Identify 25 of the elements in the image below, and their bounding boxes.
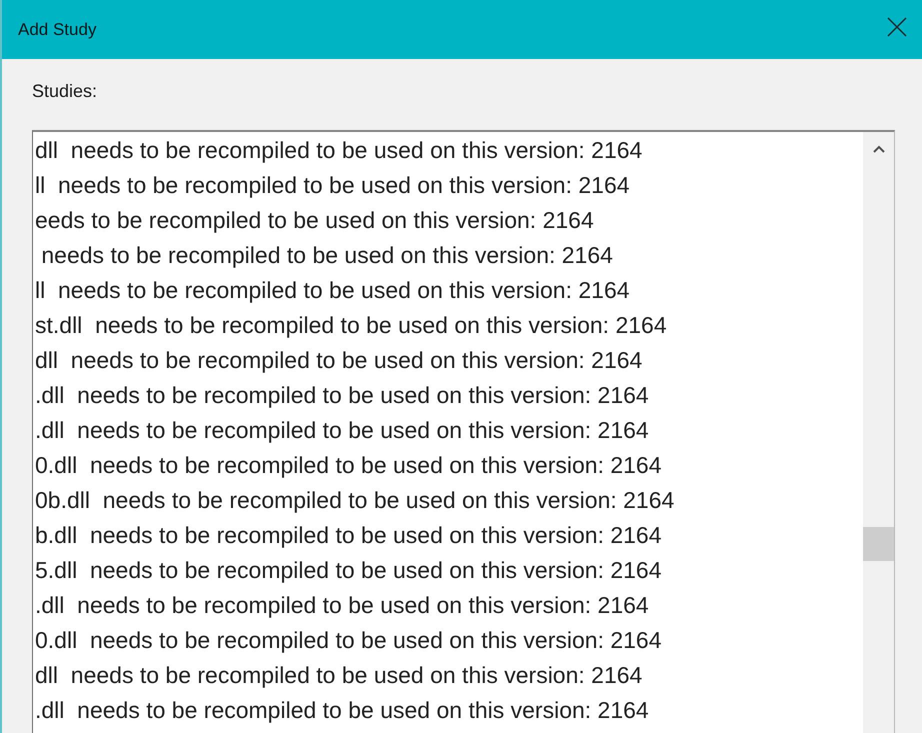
close-button[interactable] [887,16,907,36]
list-item[interactable]: .dll needs to be recompiled to be used on this version: 2164 [35,413,649,448]
list-item[interactable]: st.dll needs to be recompiled to be used on this version: 2164 [35,308,667,343]
list-item[interactable]: 0b.dll needs to be recompiled to be used on this version: 2164 [35,483,674,518]
list-item[interactable]: 5.dll needs to be recompiled to be used on this version: 2164 [35,553,662,588]
list-item[interactable]: needs to be recompiled to be used on this version: 2164 [35,238,613,273]
list-item[interactable]: ll needs to be recompiled to be used on this version: 2164 [35,273,630,308]
close-icon [887,16,907,36]
list-item[interactable]: dll needs to be recompiled to be used on this version: 2164 [35,133,642,168]
studies-label: Studies: [32,80,98,102]
scrollbar-thumb[interactable] [863,527,894,561]
list-item[interactable]: 0.dll needs to be recompiled to be used on this version: 2164 [35,448,662,483]
studies-list[interactable] [32,130,895,733]
list-item[interactable]: eeds to be recompiled to be used on this version: 2164 [35,203,594,238]
list-item[interactable]: ll needs to be recompiled to be used on this version: 2164 [35,168,630,203]
list-item[interactable]: .dll needs to be recompiled to be used on this version: 2164 [35,693,649,728]
list-item[interactable]: dll needs to be recompiled to be used on this version: 2164 [35,343,642,378]
list-item[interactable]: .dll needs to be recompiled to be used on this version: 2164 [35,378,649,413]
list-item[interactable]: b.dll needs to be recompiled to be used on this version: 2164 [35,518,662,553]
chevron-up-icon [872,145,884,153]
scrollbar[interactable] [863,132,894,733]
list-item[interactable]: 0.dll needs to be recompiled to be used on this version: 2164 [35,623,662,658]
window-title: Add Study [18,18,96,40]
list-item[interactable]: dll needs to be recompiled to be used on this version: 2164 [35,658,642,693]
list-item[interactable]: .dll needs to be recompiled to be used on this version: 2164 [35,588,649,623]
